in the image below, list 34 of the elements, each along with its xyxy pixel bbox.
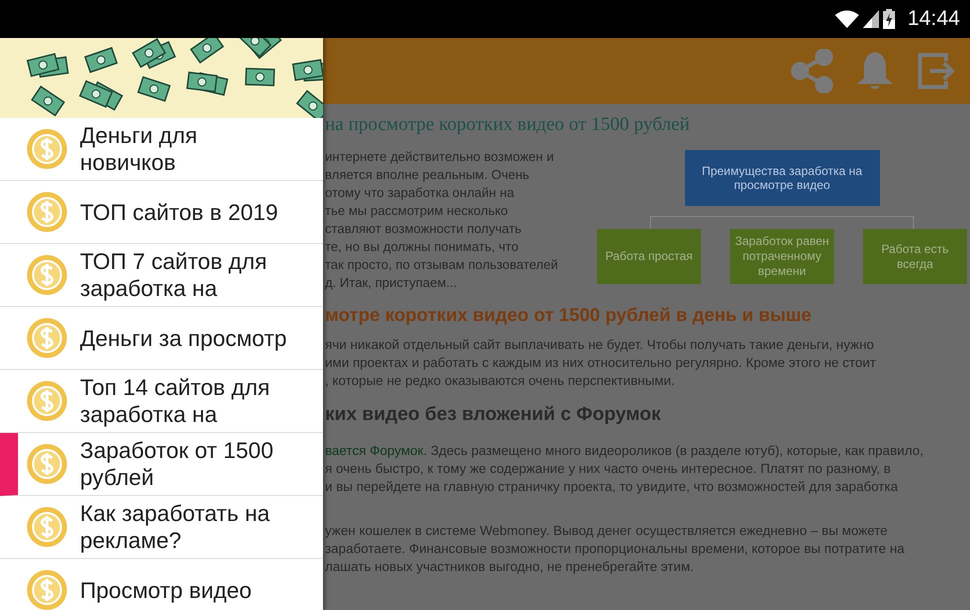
coin-icon — [26, 506, 68, 548]
section-heading: ких видео без вложений с Форумок — [325, 404, 662, 426]
bell-icon[interactable] — [856, 50, 894, 92]
signal-icon — [863, 10, 880, 28]
body-paragraph: ужен кошелек в системе Webmoney. Вывод денег осуществляется ежедневно – вы можете заработаете. Финансовые возможности пропорциональны времени, которое вы потратите на лашать новых участников выгодно, не пренебрегайте этим. — [325, 522, 906, 576]
diagram-leaf-box: Работа простая — [597, 229, 701, 284]
drawer-menu-item[interactable]: Заработок от 1500 рублей — [0, 433, 323, 496]
coin-icon — [26, 569, 68, 610]
drawer-menu-item[interactable]: Деньги за просмотр — [0, 307, 323, 370]
battery-charging-icon — [883, 9, 896, 29]
article-title: на просмотре коротких видео от 1500 рублей — [325, 114, 691, 136]
wifi-icon — [835, 10, 860, 28]
body-paragraph: вается Форумок. Здесь размещено много видеороликов (в разделе ютуб), которые, как правило, я очень быстро, к тому же содержание у них часто очень интересное. Платят по разному, в и вы перейдете на главную страничку проекта, то увидите, что возможностей для заработка — [325, 442, 924, 496]
coin-icon — [26, 128, 68, 170]
coin-icon — [26, 254, 68, 296]
drawer-menu-item[interactable]: Топ 14 сайтов для заработка на — [0, 370, 323, 433]
drawer-menu-item[interactable]: ТОП 7 сайтов для заработка на — [0, 244, 323, 307]
drawer-menu-item[interactable]: Деньги для новичков — [0, 118, 323, 181]
drawer-menu-item[interactable]: Просмотр видео — [0, 559, 323, 610]
diagram-leaf-box: Работа есть всегда — [863, 229, 967, 284]
drawer-menu-item[interactable]: ТОП сайтов в 2019 — [0, 181, 323, 244]
section-heading: мотре коротких видео от 1500 рублей в день и выше — [325, 304, 812, 326]
exit-icon[interactable] — [916, 51, 956, 91]
diagram-root-box: Преимущества заработка на просмотре видео — [684, 150, 880, 206]
body-paragraph: ячи никакой отдельный сайт выплачивать не будет. Чтобы получать такие деньги, нужно ими проектах и работать с каждым из них относительно регулярно. Кроме этого не стоит , которые не редко оказываются очень перспективными. — [325, 336, 878, 390]
coin-icon — [26, 443, 68, 485]
coin-icon — [26, 317, 68, 359]
diagram-leaf-box: Заработок равен потраченному времени — [730, 229, 834, 284]
intro-paragraph: интернете действительно возможен и вляется вполне реальным. Очень отому что заработка онлайн на тье мы рассмотрим несколько ставляют возможности получать те, но вы должны понимать, что так просто, по отзывам пользователей д. Итак, приступаем... — [325, 148, 559, 292]
coin-icon — [26, 380, 68, 422]
status-time: 14:44 — [907, 7, 960, 31]
drawer-menu-item[interactable]: Как заработать на рекламе? — [0, 496, 323, 559]
share-icon[interactable] — [790, 49, 834, 93]
coin-icon — [26, 191, 68, 233]
